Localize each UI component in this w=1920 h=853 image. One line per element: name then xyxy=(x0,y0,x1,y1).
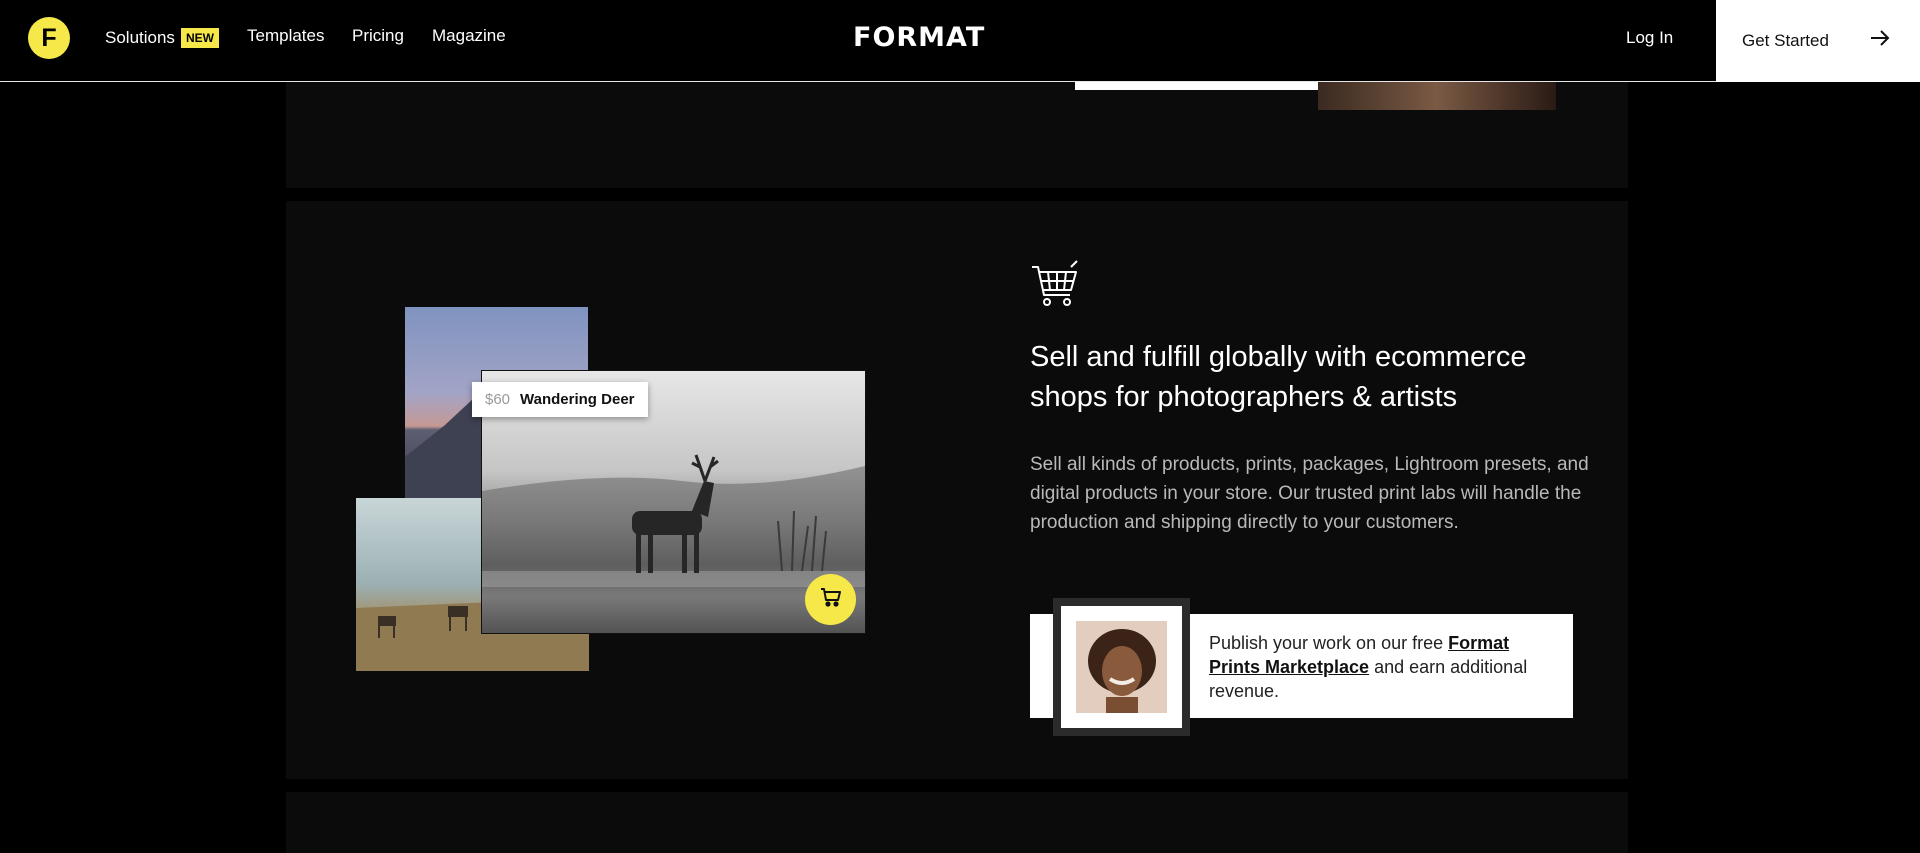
feature-description: Sell all kinds of products, prints, pack… xyxy=(1030,454,1589,533)
top-navigation: F Solutions NEW Templates Pricing Magazi… xyxy=(0,0,1920,82)
product-price: $60 xyxy=(485,391,511,408)
nav-solutions[interactable]: Solutions NEW xyxy=(105,28,219,48)
cart-icon xyxy=(819,585,843,614)
nav-solutions-label: Solutions xyxy=(105,28,175,47)
get-started-button[interactable]: Get Started xyxy=(1716,0,1920,82)
login-link[interactable]: Log In xyxy=(1626,28,1673,48)
nav-pricing[interactable]: Pricing xyxy=(352,26,404,46)
get-started-label: Get Started xyxy=(1742,31,1829,50)
format-logo[interactable]: F xyxy=(28,17,70,59)
promo-text-prefix: Publish your work on our free xyxy=(1209,633,1449,653)
shopping-cart-icon xyxy=(1030,259,1080,314)
feature-headline: Sell and fulfill globally with ecommerce… xyxy=(1030,341,1527,413)
nav-magazine[interactable]: Magazine xyxy=(432,26,506,46)
nav-templates[interactable]: Templates xyxy=(247,26,324,46)
add-to-cart-button[interactable] xyxy=(805,574,856,625)
new-badge: NEW xyxy=(180,28,219,48)
product-title: Wandering Deer xyxy=(520,391,635,408)
brand-wordmark[interactable]: FORMAT xyxy=(853,22,985,53)
logo-letter: F xyxy=(41,23,57,52)
promo-portrait-photo xyxy=(1076,621,1167,713)
next-feature-panel xyxy=(286,792,1628,853)
product-price-tag: $60 Wandering Deer xyxy=(472,382,648,417)
arrow-right-icon xyxy=(1868,26,1892,55)
promo-text: Publish your work on our free Format Pri… xyxy=(1209,631,1559,703)
